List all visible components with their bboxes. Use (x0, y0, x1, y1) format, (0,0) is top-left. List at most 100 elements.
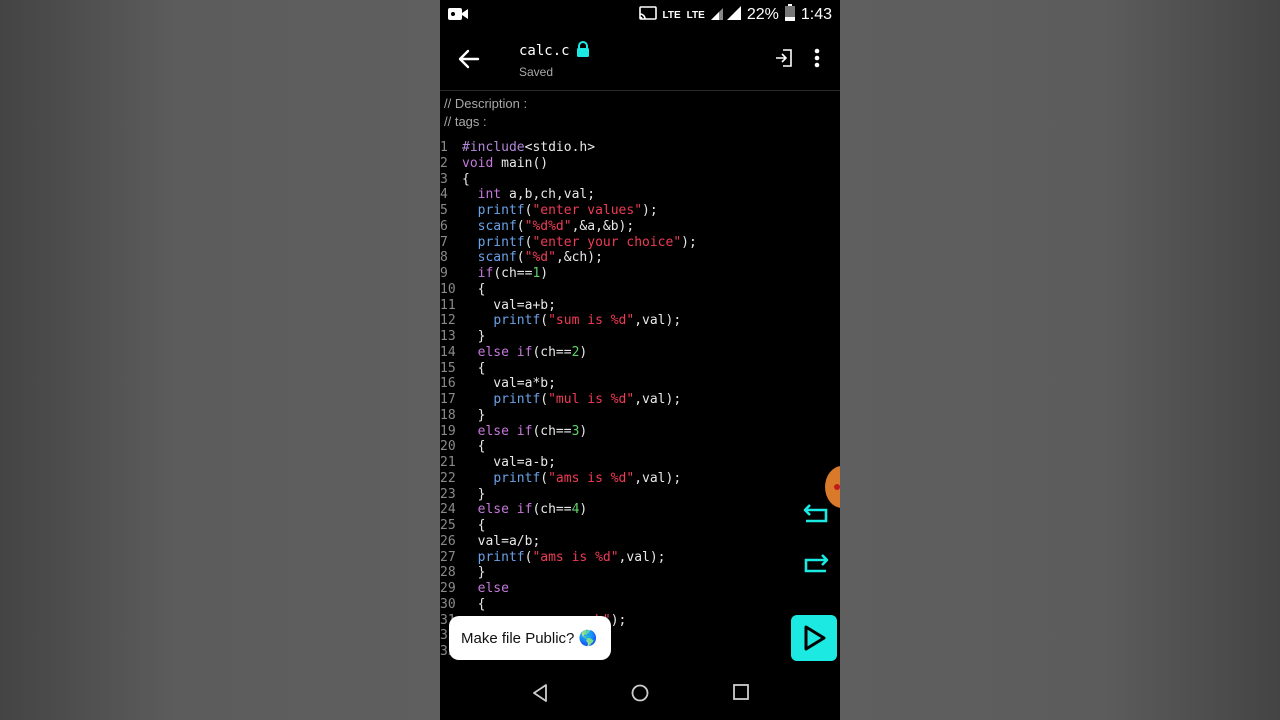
code-line[interactable]: 26 val=a/b; (440, 534, 840, 550)
nav-recents-icon[interactable] (733, 684, 749, 704)
code-token: "enter values" (532, 203, 643, 218)
code-line[interactable]: 4 int a,b,ch,val; (440, 187, 840, 203)
line-number: 21 (440, 455, 456, 470)
code-line[interactable]: 6 scanf("%d%d",&a,&b); (440, 219, 840, 235)
code-line[interactable]: 16 val=a*b; (440, 376, 840, 392)
navigation-bar (440, 668, 840, 720)
code-editor[interactable]: 1 #include<stdio.h> 2 void main() 3{4 int a,… (440, 140, 840, 660)
code-text: val=a/b; (462, 533, 541, 550)
code-line[interactable]: 9 if(ch==1) (440, 266, 840, 282)
code-token: "%d" (524, 250, 556, 266)
line-number: 19 (440, 423, 456, 439)
code-token: val=a/b; (462, 533, 541, 549)
code-token: "enter your choice" (532, 234, 682, 250)
code-text: scanf("%d%d",&a,&b); (462, 219, 635, 235)
code-text: else if(ch==2) (462, 344, 588, 361)
code-token: ); (642, 203, 658, 218)
code-line[interactable]: 14 else if(ch==2) (440, 345, 840, 361)
nav-back-icon[interactable] (532, 684, 548, 706)
code-line[interactable]: 7 printf("enter your choice"); (440, 235, 840, 251)
code-text: { (462, 282, 486, 298)
code-line[interactable]: 10 { (440, 282, 840, 298)
undo-icon[interactable] (802, 502, 830, 524)
code-token: ,val); (618, 549, 666, 565)
make-public-toast[interactable]: Make file Public? 🌎 (449, 616, 611, 660)
code-token: void (462, 155, 494, 171)
file-title-row: calc.c (519, 41, 590, 61)
code-text: printf("mul is %d",val); (462, 392, 681, 408)
code-text: else (462, 581, 509, 597)
tags-comment[interactable]: // tags : (444, 113, 527, 131)
run-button[interactable] (791, 615, 837, 661)
code-line[interactable]: 17 printf("mul is %d",val); (440, 392, 840, 408)
save-status: Saved (519, 65, 554, 79)
line-number: 3 (440, 171, 448, 187)
code-line[interactable]: 8 scanf("%d",&ch); (440, 250, 840, 266)
code-line[interactable]: 28 } (440, 565, 840, 581)
clock: 1:43 (800, 6, 832, 23)
code-line[interactable]: 22 printf("ams is %d",val); (440, 471, 840, 487)
line-number: 16 (440, 376, 456, 392)
code-line[interactable]: 30 { (440, 597, 840, 613)
code-line[interactable]: 5 printf("enter values"); (440, 203, 840, 219)
more-vert-icon[interactable] (812, 48, 822, 72)
code-line[interactable]: 24 else if(ch==4) (440, 502, 840, 518)
code-token: ( (540, 313, 549, 329)
code-line[interactable]: 2 void main() (440, 156, 840, 172)
video-camera-icon (448, 6, 468, 26)
code-text: printf("enter values"); (462, 203, 658, 219)
line-number: 9 (440, 266, 448, 281)
description-comment[interactable]: // Description : (444, 95, 527, 113)
code-token: else if (477, 423, 533, 439)
code-text: { (462, 439, 486, 455)
line-number: 15 (440, 360, 456, 376)
code-token: } (462, 565, 486, 581)
nav-home-icon[interactable] (631, 684, 649, 706)
code-token: (ch== (532, 502, 572, 518)
redo-icon[interactable] (802, 552, 830, 574)
code-token: else if (477, 344, 533, 360)
video-backdrop-right (840, 0, 1280, 720)
code-line[interactable]: 23 } (440, 487, 840, 503)
code-line[interactable]: 27 printf("ams is %d",val); (440, 550, 840, 566)
code-line[interactable]: 29 else (440, 581, 840, 597)
code-line[interactable]: 20 { (440, 439, 840, 455)
status-icons: LTE LTE 22% 1:43 (638, 4, 832, 26)
code-text: } (462, 486, 486, 503)
code-token: ) (579, 502, 588, 518)
code-token: printf (493, 313, 541, 329)
file-title: calc.c (519, 43, 570, 59)
code-line[interactable]: 15 { (440, 361, 840, 377)
line-number: 12 (440, 313, 456, 329)
code-line[interactable]: 25 { (440, 518, 840, 534)
line-number: 29 (440, 581, 456, 596)
code-text: { (462, 361, 486, 377)
code-line[interactable]: 13 } (440, 329, 840, 345)
code-token: } (462, 407, 486, 423)
code-token: } (462, 486, 486, 502)
line-number: 10 (440, 281, 456, 297)
code-text: scanf("%d",&ch); (462, 250, 603, 266)
code-token: "mul is %d" (548, 392, 635, 407)
line-number: 4 (440, 187, 448, 203)
code-line[interactable]: 12 printf("sum is %d",val); (440, 313, 840, 329)
code-line[interactable]: 3{ (440, 172, 840, 188)
code-line[interactable]: 1 #include<stdio.h> (440, 140, 840, 156)
code-line[interactable]: 21 val=a-b; (440, 455, 840, 471)
file-comments: // Description : // tags : (444, 95, 527, 131)
code-line[interactable]: 11 val=a+b; (440, 298, 840, 314)
back-arrow-icon[interactable] (456, 46, 482, 72)
code-token: printf (493, 392, 541, 407)
line-number: 26 (440, 533, 456, 549)
enter-icon[interactable] (775, 48, 793, 72)
code-line[interactable]: 18 } (440, 408, 840, 424)
phone-screen: LTE LTE 22% 1:43 calc.c Saved // Descrip… (440, 0, 840, 720)
code-line[interactable]: 19 else if(ch==3) (440, 424, 840, 440)
video-backdrop-left (0, 0, 440, 720)
